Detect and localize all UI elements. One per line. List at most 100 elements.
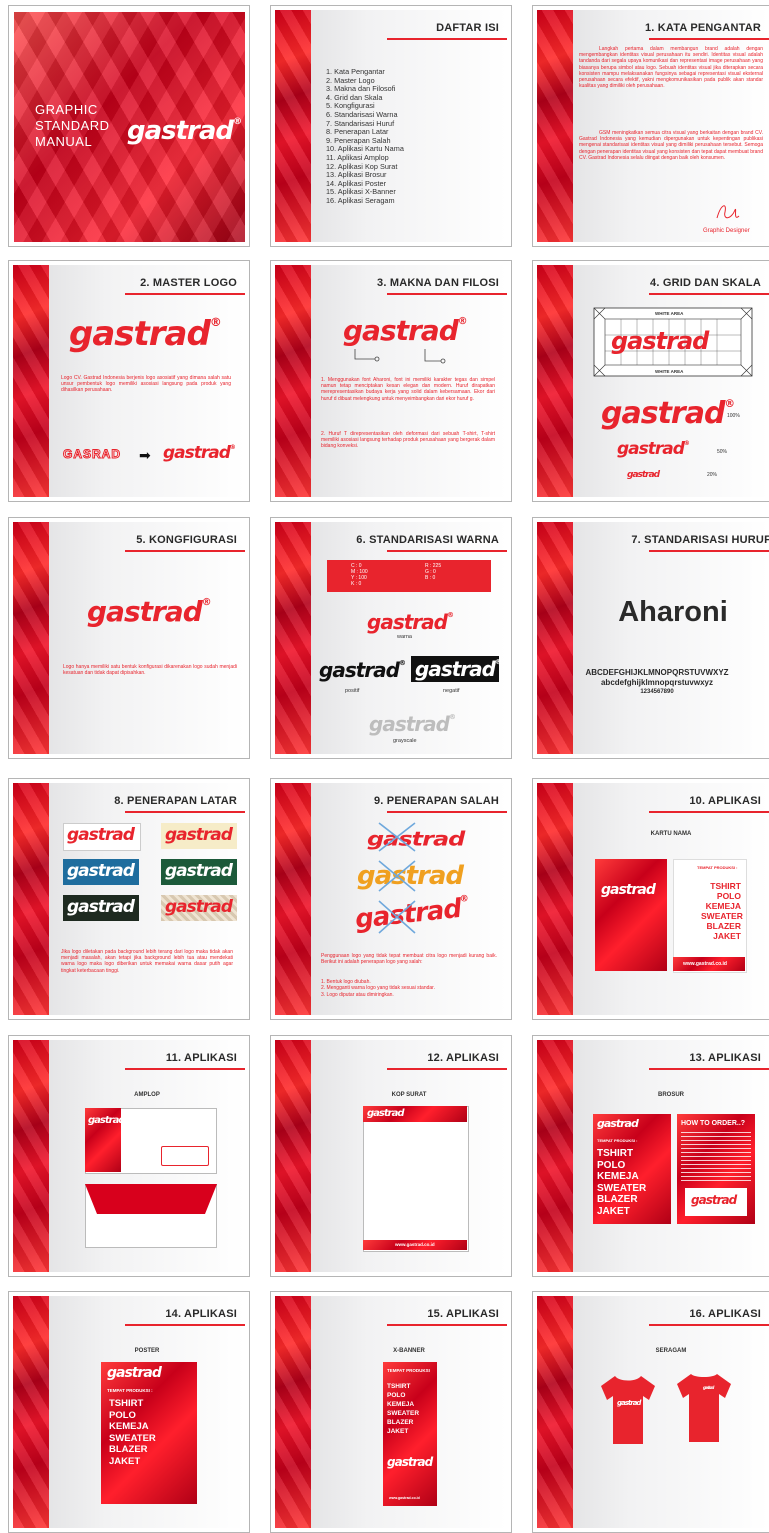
red-strip	[13, 1296, 49, 1528]
signature-icon	[716, 205, 740, 219]
red-strip	[275, 783, 311, 1015]
logo-on-texture: gastrad	[165, 897, 233, 917]
brochure-text-block	[681, 1132, 751, 1184]
page-toc: DAFTAR ISI 1. Kata Pengantar 2. Master L…	[270, 5, 512, 247]
label-positif: positif	[345, 688, 360, 694]
page-aplikasi-brosur: 13. APLIKASI BROSUR gastrad TEMPAT PRODU…	[532, 1035, 769, 1277]
red-strip	[537, 265, 573, 497]
logo-color: gastrad®	[367, 610, 454, 634]
title-underline	[649, 1068, 769, 1070]
red-strip	[537, 783, 573, 1015]
page-penerapan-salah: 9. PENERAPAN SALAH gastrad gastrad gastr…	[270, 778, 512, 1020]
page-title: 4. GRID DAN SKALA	[650, 277, 761, 289]
tshirt-front-icon	[601, 1376, 655, 1444]
red-strip	[275, 265, 311, 497]
section-subtitle: KOP SURAT	[391, 1092, 427, 1098]
page-aplikasi-amplop: 11. APLIKASI AMPLOP gastrad	[8, 1035, 250, 1277]
label-warna: warna	[397, 634, 412, 640]
logo-on-blue: gastrad	[67, 861, 135, 881]
page-title: 9. PENERAPAN SALAH	[373, 795, 499, 807]
banner-production-head: TEMPAT PRODUKSI	[387, 1368, 430, 1373]
section-subtitle: X-BANNER	[393, 1348, 425, 1354]
master-logo-description: Logo CV. Gastrad Indonesia berjenis logo…	[61, 375, 231, 394]
page-aplikasi-seragam: 16. APLIKASI SERAGAM gastrad gastrad	[532, 1291, 769, 1533]
logo-scale-100: gastrad®	[601, 396, 735, 431]
title-underline	[649, 293, 769, 295]
section-subtitle: SERAGAM	[655, 1348, 687, 1354]
scale-label-50: 50%	[717, 449, 728, 455]
envelope-logo: gastrad	[88, 1115, 125, 1126]
section-subtitle: KARTU NAMA	[650, 831, 692, 837]
config-logo: gastrad®	[87, 595, 212, 628]
logo-negatif: gastrad®	[415, 657, 502, 681]
new-logo: gastrad®	[163, 443, 236, 463]
red-strip	[275, 1040, 311, 1272]
grid-logo: gastrad	[611, 327, 709, 355]
cmyk-values: C : 0M : 100 Y : 100 K : 0	[351, 563, 368, 587]
title-underline	[387, 38, 507, 40]
tshirt-logo: gastrad	[617, 1399, 641, 1407]
card-website: www.gastrad.co.id	[683, 961, 727, 967]
logo-on-cream: gastrad	[165, 825, 233, 845]
banner-items: TSHIRT POLO KEMEJA SWEATER BLAZER JAKET	[387, 1383, 420, 1435]
master-logo: gastrad®	[69, 314, 222, 354]
lowercase-alphabet: abcdefghijklmnopqrstuvwxyz	[600, 678, 714, 687]
section-subtitle: POSTER	[134, 1348, 160, 1354]
page-standarisasi-warna: 6. STANDARISASI WARNA C : 0M : 100 Y : 10…	[270, 517, 512, 759]
page-title: 11. APLIKASI	[165, 1052, 237, 1064]
page-title: 7. STANDARISASI HURUF	[631, 534, 769, 546]
label-negatif: negatif	[443, 688, 460, 694]
page-title: 8. PENERAPAN LATAR	[114, 795, 237, 807]
section-subtitle: AMPLOP	[134, 1092, 160, 1098]
latar-description: Jika logo diletakan pada background lebi…	[61, 949, 233, 974]
title-underline	[387, 811, 507, 813]
white-area-label-top: WHITE AREA	[655, 311, 684, 316]
page-title: 3. MAKNA DAN FILOSI	[377, 277, 499, 289]
intro-paragraph-2: GSM meningkatkan semua citra visual yang…	[579, 130, 763, 161]
page-aplikasi-kartu-nama: 10. APLIKASI KARTU NAMA gastrad TEMPAT P…	[532, 778, 769, 1020]
brochure-production-head: TEMPAT PRODUKSI :	[597, 1138, 638, 1143]
toc-item: 16. Aplikasi Seragam	[326, 195, 395, 205]
red-strip	[13, 265, 49, 497]
title-underline	[387, 293, 507, 295]
page-kongfigurasi: 5. KONGFIGURASI gastrad® Logo hanya memi…	[8, 517, 250, 759]
page-cover: GRAPHIC STANDARD MANUAL gastrad®	[8, 5, 250, 247]
signature-caption: Graphic Designer	[703, 228, 750, 234]
logo-positif: gastrad®	[319, 658, 406, 682]
letterhead-sheet	[363, 1106, 469, 1252]
logo-scale-20: gastrad	[627, 470, 660, 480]
title-underline	[125, 293, 245, 295]
page-title: 1. KATA PENGANTAR	[644, 22, 761, 34]
title-underline	[125, 1068, 245, 1070]
title-underline	[649, 550, 769, 552]
poster-production-head: TEMPAT PRODUKSI :	[107, 1388, 153, 1393]
poster-items: TSHIRT POLO KEMEJA SWEATER BLAZER JAKET	[109, 1398, 156, 1467]
red-strip	[13, 783, 49, 1015]
red-strip	[13, 522, 49, 754]
scale-label-100: 100%	[727, 413, 740, 419]
annotation-lines-icon	[354, 349, 446, 364]
title-underline	[125, 811, 245, 813]
title-underline	[125, 1324, 245, 1326]
salah-description: Penggunaan logo yang tidak tepat membuat…	[321, 953, 497, 966]
font-sample: Aharoni	[618, 596, 728, 628]
red-strip	[537, 522, 573, 754]
envelope-flap	[85, 1184, 217, 1214]
page-master-logo: 2. MASTER LOGO gastrad® Logo CV. Gastrad…	[8, 260, 250, 502]
title-underline	[649, 1324, 769, 1326]
arrow-right-icon: ➡	[139, 448, 151, 464]
page-kata-pengantar: 1. KATA PENGANTAR Langkah pertama dalam …	[532, 5, 769, 247]
page-title: 5. KONGFIGURASI	[136, 534, 237, 546]
logo-on-green: gastrad	[165, 861, 233, 881]
page-grid-skala: 4. GRID DAN SKALA WHITE AREA WHITE AREA …	[532, 260, 769, 502]
page-penerapan-latar: 8. PENERAPAN LATAR gastrad gastrad gastr…	[8, 778, 250, 1020]
cover-title: GRAPHIC STANDARD MANUAL	[35, 102, 110, 149]
toc-list: 1. Kata Pengantar 2. Master Logo 3. Makn…	[326, 67, 404, 206]
page-title: 16. APLIKASI	[689, 1308, 761, 1320]
red-strip	[537, 10, 573, 242]
digits: 1234567890	[640, 689, 674, 695]
title-underline	[387, 550, 507, 552]
uppercase-alphabet: ABCDEFGHIJKLMNOPQRSTUVWXYZ	[585, 668, 729, 677]
page-aplikasi-poster: 14. APLIKASI POSTER gastrad TEMPAT PRODU…	[8, 1291, 250, 1533]
page-makna-filosofi: 3. MAKNA DAN FILOSI gastrad® 1. Mengguna…	[270, 260, 512, 502]
